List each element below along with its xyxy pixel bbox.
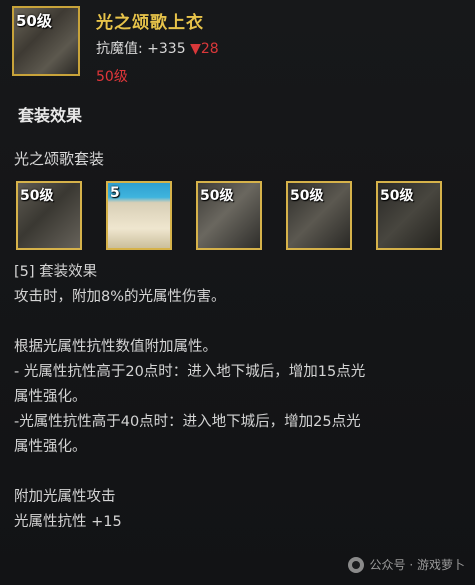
effect-line: - 光属性抗性高于20点时：进入地下城后，增加15点光 xyxy=(14,364,366,380)
item-level-tag: 50级 xyxy=(16,12,52,30)
effect-line: 根据光属性抗性数值附加属性。 xyxy=(14,339,217,355)
item-name: 光之颂歌上衣 xyxy=(96,13,204,33)
stat-value: +335 xyxy=(147,41,186,57)
item-icon[interactable]: 50级 xyxy=(12,6,80,76)
effect-line: [5] 套装效果 xyxy=(14,264,98,280)
piece-level-tag: 50级 xyxy=(20,188,54,204)
watermark-text: 公众号 · 游戏萝卜 xyxy=(369,558,465,572)
stat-line: 抗魔值: +335 ▼28 xyxy=(96,38,219,58)
required-level: 50级 xyxy=(96,69,128,85)
effect-line: 属性强化。 xyxy=(14,389,87,405)
section-title: 套装效果 xyxy=(18,106,83,125)
set-piece-belt-icon[interactable]: 50级 xyxy=(286,181,352,250)
effect-line: 攻击时，附加8%的光属性伤害。 xyxy=(14,289,226,305)
effect-line: 属性强化。 xyxy=(14,439,87,455)
item-tooltip: 50级 光之颂歌上衣 抗魔值: +335 ▼28 50级 套装效果 光之颂歌套装… xyxy=(0,0,475,585)
set-piece-jacket-icon[interactable]: 50级 xyxy=(16,181,82,250)
piece-level-tag: 5 xyxy=(110,185,120,201)
set-effects: [5] 套装效果 攻击时，附加8%的光属性伤害。 根据光属性抗性数值附加属性。 … xyxy=(14,260,464,535)
set-name: 光之颂歌套装 xyxy=(14,150,105,168)
piece-level-tag: 50级 xyxy=(380,188,414,204)
effect-line: 光属性抗性 +15 xyxy=(14,514,122,530)
effect-line: 附加光属性攻击 xyxy=(14,489,116,505)
effect-gap xyxy=(14,310,464,335)
wechat-icon xyxy=(347,556,364,573)
set-pieces: 50级 5 50级 50级 50级 xyxy=(16,181,466,251)
set-piece-pants-icon[interactable]: 5 xyxy=(106,181,172,250)
stat-down: ▼28 xyxy=(190,41,219,57)
set-piece-shoes-icon[interactable]: 50级 xyxy=(376,181,442,250)
set-piece-shoulder-icon[interactable]: 50级 xyxy=(196,181,262,250)
piece-level-tag: 50级 xyxy=(200,188,234,204)
piece-level-tag: 50级 xyxy=(290,188,324,204)
effect-line: -光属性抗性高于40点时：进入地下城后，增加25点光 xyxy=(14,414,361,430)
effect-gap xyxy=(14,460,464,485)
stat-label: 抗魔值: xyxy=(96,41,143,57)
watermark: 公众号 · 游戏萝卜 xyxy=(347,556,465,573)
